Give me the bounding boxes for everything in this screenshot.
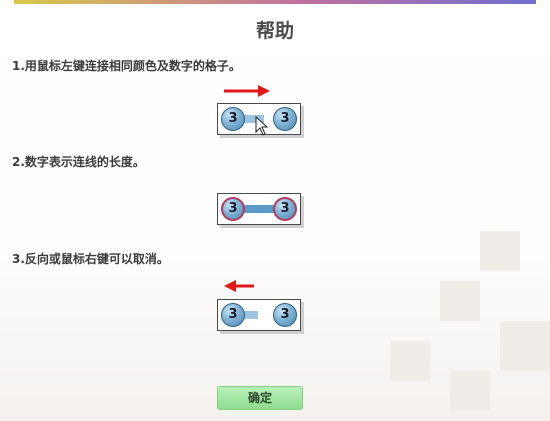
- help-step-1: 1.用鼠标左键连接相同颜色及数字的格子。: [12, 59, 241, 73]
- help-step-2: 2.数字表示连线的长度。: [12, 155, 145, 169]
- number-cell-right: 3: [273, 197, 297, 221]
- number-cell-right: 3: [273, 107, 297, 131]
- help-dialog: 帮助 1.用鼠标左键连接相同颜色及数字的格子。 3 3 2.数字表示连线的长度。…: [0, 4, 550, 421]
- number-cell-left: 3: [221, 107, 245, 131]
- confirm-button[interactable]: 确定: [217, 386, 303, 410]
- demo-cancel-example: 3 3: [217, 299, 301, 331]
- number-cell-left: 3: [221, 197, 245, 221]
- demo-length-example: 3 3: [217, 193, 301, 225]
- number-cell-right: 3: [273, 303, 297, 327]
- arrow-left-icon: [224, 280, 254, 292]
- mouse-cursor-icon: [255, 116, 269, 136]
- arrow-right-icon: [224, 85, 270, 97]
- dialog-title: 帮助: [255, 20, 294, 42]
- number-cell-left: 3: [221, 303, 245, 327]
- background-tiles: [290, 211, 550, 421]
- help-step-3: 3.反向或鼠标右键可以取消。: [12, 252, 169, 266]
